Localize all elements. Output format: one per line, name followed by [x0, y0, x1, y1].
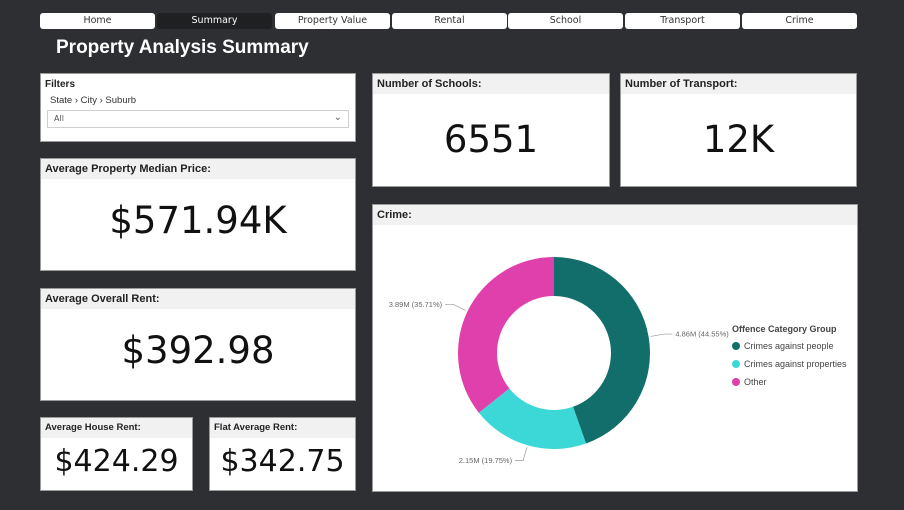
filters-card: Filters State › City › Suburb All ⌄: [40, 73, 356, 142]
transport-card-title: Number of Transport:: [621, 74, 856, 94]
flat-rent-card-title: Flat Average Rent:: [210, 418, 355, 438]
data-label-leader-line: [650, 333, 673, 337]
filter-dropdown[interactable]: All ⌄: [47, 110, 349, 128]
filters-hierarchy: State › City › Suburb: [50, 95, 137, 106]
crime-legend: Offence Category Group Crimes against pe…: [732, 324, 847, 394]
house-rent-value: $424.29: [54, 444, 179, 479]
flat-rent-card: Flat Average Rent: $342.75: [209, 417, 356, 491]
legend-dot-icon: [732, 342, 740, 350]
tab-crime[interactable]: Crime: [742, 13, 857, 29]
schools-card-title: Number of Schools:: [373, 74, 609, 94]
donut-slice-other[interactable]: [458, 257, 554, 413]
overall-rent-value: $392.98: [121, 329, 275, 372]
transport-card: Number of Transport: 12K: [620, 73, 857, 187]
schools-value: 6551: [443, 118, 539, 161]
legend-dot-icon: [732, 360, 740, 368]
page-title: Property Analysis Summary: [56, 37, 309, 58]
tab-rental[interactable]: Rental: [392, 13, 507, 29]
tab-school[interactable]: School: [508, 13, 623, 29]
crime-card-title: Crime:: [373, 205, 857, 225]
overall-rent-card-title: Average Overall Rent:: [41, 289, 355, 309]
transport-value: 12K: [702, 118, 775, 161]
data-label-people: 4.86M (44.55%): [675, 330, 729, 339]
legend-dot-icon: [732, 378, 740, 386]
median-price-card-title: Average Property Median Price:: [41, 159, 355, 179]
house-rent-card-title: Average House Rent:: [41, 418, 192, 438]
data-label-leader-line: [445, 303, 466, 311]
legend-item-people[interactable]: Crimes against people: [732, 340, 847, 358]
median-price-card: Average Property Median Price: $571.94K: [40, 158, 356, 271]
chevron-down-icon: ⌄: [333, 112, 342, 123]
legend-label: Other: [744, 377, 767, 387]
legend-item-other[interactable]: Other: [732, 376, 847, 394]
legend-item-properties[interactable]: Crimes against properties: [732, 358, 847, 376]
tab-home[interactable]: Home: [40, 13, 155, 29]
tab-summary[interactable]: Summary: [157, 13, 272, 29]
legend-title: Offence Category Group: [732, 324, 837, 334]
schools-card: Number of Schools: 6551: [372, 73, 610, 187]
data-label-leader-line: [515, 447, 528, 462]
legend-label: Crimes against people: [744, 341, 834, 351]
median-price-value: $571.94K: [109, 199, 287, 242]
flat-rent-value: $342.75: [220, 444, 345, 479]
crime-card: Crime: 4.86M (44.55%) 2.15M (19.75%) 3.89M…: [372, 204, 858, 492]
data-label-properties: 2.15M (19.75%): [459, 456, 513, 465]
tab-property-value[interactable]: Property Value: [275, 13, 390, 29]
house-rent-card: Average House Rent: $424.29: [40, 417, 193, 491]
nav-bar: Home Summary Property Value Rental Schoo…: [40, 13, 858, 29]
tab-transport[interactable]: Transport: [625, 13, 740, 29]
data-label-other: 3.89M (35.71%): [389, 300, 443, 309]
legend-label: Crimes against properties: [744, 359, 847, 369]
filters-title: Filters: [45, 79, 76, 90]
overall-rent-card: Average Overall Rent: $392.98: [40, 288, 356, 401]
filter-dropdown-value: All: [54, 114, 64, 123]
